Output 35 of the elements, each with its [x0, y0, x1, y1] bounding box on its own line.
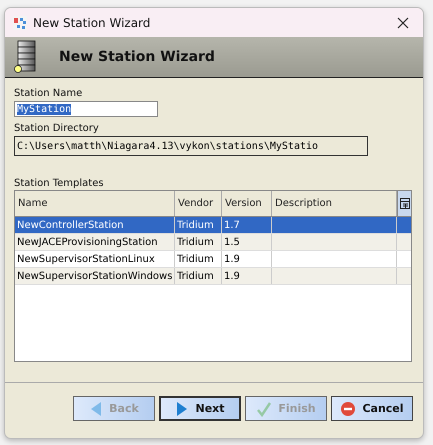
next-button[interactable]: Next — [159, 396, 241, 421]
column-chooser-icon[interactable] — [397, 191, 411, 216]
table-cell: Tridium — [177, 270, 214, 282]
table-row[interactable]: NewControllerStation Tridium 1.7 — [15, 217, 411, 234]
column-header[interactable]: Vendor — [175, 191, 222, 216]
table-cell: 1.9 — [224, 254, 240, 264]
app-icon — [13, 16, 27, 30]
input-field[interactable]: C:\Users\matth\Niagara4.13\vykon\stations\MyStatio — [14, 136, 368, 156]
table-cell: 1.9 — [224, 270, 240, 282]
table-cell: NewControllerStation — [17, 220, 124, 230]
table-cell: Tridium — [177, 254, 214, 264]
input-field[interactable]: MyStation — [14, 101, 158, 117]
table-cell: Tridium — [177, 220, 214, 230]
table-row[interactable]: NewSupervisorStationWindows Tridium 1.9 — [15, 268, 411, 285]
table-row[interactable]: NewJACEProvisioningStation Tridium 1.5 — [15, 234, 411, 251]
table-cell: NewJACEProvisioningStation — [17, 236, 158, 248]
checkmark-icon — [256, 400, 272, 416]
section-label: Station Templates — [14, 178, 104, 189]
window-title: New Station Wizard — [33, 16, 152, 30]
right-triangle-icon — [175, 400, 190, 416]
table-cell: NewSupervisorStationLinux — [17, 254, 155, 264]
cancel-button[interactable]: Cancel — [331, 396, 413, 421]
field-label: Station Name — [14, 88, 82, 99]
column-header[interactable]: Version — [222, 191, 272, 216]
table-cell: Tridium — [177, 236, 214, 248]
left-triangle-icon — [89, 400, 104, 416]
field-label: Station Directory — [14, 123, 99, 134]
table-cell: 1.7 — [224, 220, 240, 230]
column-header[interactable]: Name — [15, 191, 175, 216]
table-cell: NewSupervisorStationWindows — [17, 270, 172, 282]
minus-circle-icon — [340, 400, 356, 416]
table-cell: 1.5 — [224, 236, 240, 248]
server-icon — [13, 40, 37, 74]
close-icon — [397, 16, 409, 28]
wizard-heading: New Station Wizard — [59, 49, 215, 65]
